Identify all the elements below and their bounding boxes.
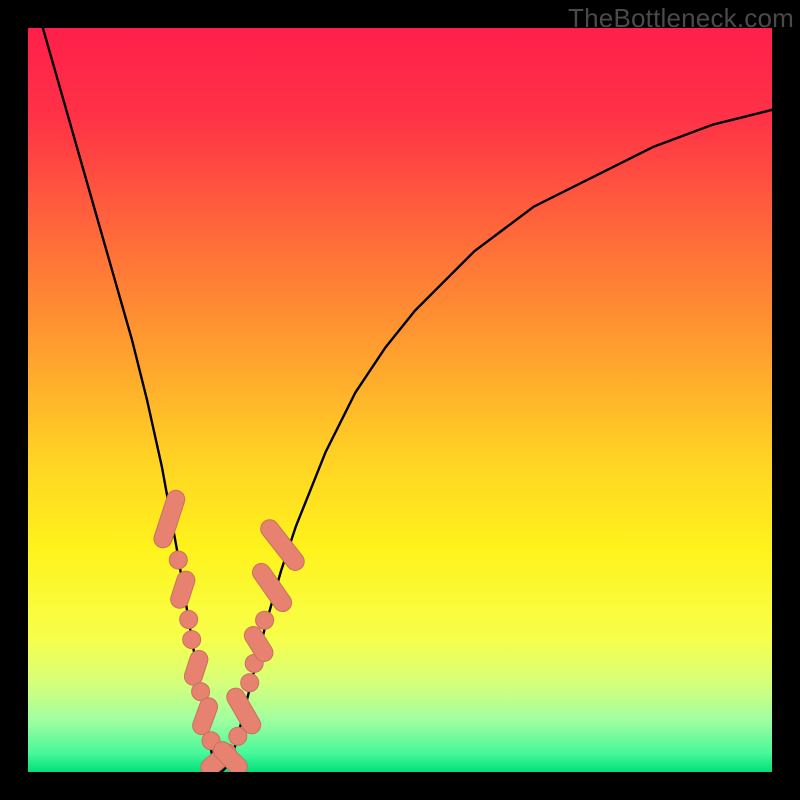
marker-dot [183, 631, 201, 649]
plot-area [28, 28, 772, 772]
gradient-background [28, 28, 772, 772]
marker-dot [241, 674, 259, 692]
marker-dot [180, 610, 198, 628]
marker-dot [256, 611, 274, 629]
chart-svg [28, 28, 772, 772]
watermark-label: TheBottleneck.com [568, 3, 794, 34]
chart-frame: TheBottleneck.com [0, 0, 800, 800]
marker-dot [169, 551, 187, 569]
